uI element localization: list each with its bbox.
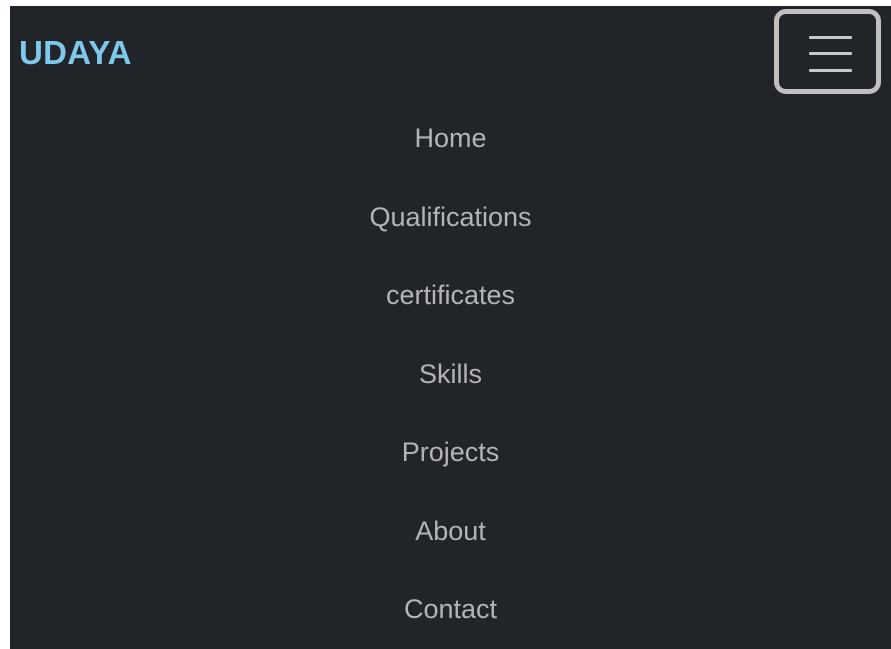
nav-item-about: About bbox=[10, 492, 891, 571]
nav-link-home[interactable]: Home bbox=[414, 122, 486, 154]
nav-menu: Home Qualifications certificates Skills … bbox=[10, 99, 891, 649]
nav-link-qualifications[interactable]: Qualifications bbox=[369, 201, 531, 233]
nav-item-certificates: certificates bbox=[10, 256, 891, 335]
navbar: UDAYA Home Qualifications certificates S… bbox=[10, 6, 891, 649]
nav-item-home: Home bbox=[10, 99, 891, 178]
nav-item-contact: Contact bbox=[10, 570, 891, 649]
nav-link-certificates[interactable]: certificates bbox=[386, 279, 515, 311]
nav-item-qualifications: Qualifications bbox=[10, 178, 891, 257]
navbar-toggler-button[interactable] bbox=[774, 9, 881, 94]
nav-link-skills[interactable]: Skills bbox=[419, 358, 482, 390]
brand-logo[interactable]: UDAYA bbox=[19, 33, 132, 73]
nav-link-contact[interactable]: Contact bbox=[404, 593, 497, 625]
nav-link-projects[interactable]: Projects bbox=[402, 436, 500, 468]
nav-item-skills: Skills bbox=[10, 335, 891, 414]
nav-link-about[interactable]: About bbox=[415, 515, 486, 547]
nav-item-projects: Projects bbox=[10, 413, 891, 492]
